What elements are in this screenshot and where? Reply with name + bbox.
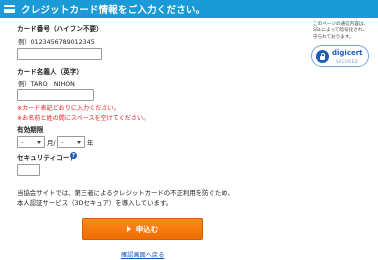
expiry-month-unit: 月/ xyxy=(47,139,56,147)
expiry-month-select[interactable]: - xyxy=(17,136,45,148)
play-arrow-icon xyxy=(126,226,131,232)
submit-button[interactable]: 申込む xyxy=(82,218,203,240)
expiry-year-value: - xyxy=(61,138,64,146)
ssl-note: このページの通信内容は、 SSLによって暗号化され、 守られております。 xyxy=(313,22,368,41)
page-title: クレジットカード情報をご入力ください。 xyxy=(21,5,206,16)
digicert-brand: digicert xyxy=(332,49,363,57)
digicert-seal[interactable]: digicert SECURED xyxy=(311,45,369,67)
card-holder-example: 例）TARO NIHON xyxy=(18,81,75,88)
expiry-label: 有効期限 xyxy=(17,126,44,134)
card-number-input[interactable] xyxy=(17,48,102,60)
ssl-note-line-2: SSLによって暗号化され、 xyxy=(313,28,368,34)
expiry-year-unit: 年 xyxy=(87,139,94,147)
secure-description-line-2: 本人認証サービス（3Dセキュア）を導入しています。 xyxy=(17,199,173,207)
ssl-note-line-3: 守られております。 xyxy=(313,34,354,40)
card-holder-note-1: ※カード表記どおりに入力ください。 xyxy=(17,105,120,112)
card-number-label: カード番号（ハイフン不要） xyxy=(17,25,103,33)
digicert-sub: SECURED xyxy=(336,59,358,64)
back-to-confirm-link[interactable]: 確認画面へ戻る xyxy=(121,250,164,259)
expiry-year-select[interactable]: - xyxy=(57,136,85,148)
security-code-input[interactable] xyxy=(17,164,40,176)
card-number-example: 例）0123456789012345 xyxy=(18,39,95,46)
submit-button-label: 申込む xyxy=(135,224,159,234)
expiry-month-value: - xyxy=(21,138,24,146)
card-holder-label: カード名義人（英字） xyxy=(17,68,83,76)
lock-icon xyxy=(316,50,329,63)
security-code-label: セキュリティコード xyxy=(17,154,76,162)
chevron-down-icon xyxy=(37,140,41,144)
credit-card-icon xyxy=(4,5,15,13)
secure-description-line-1: 当協会サイトでは、第三者によるクレジットカードの不正利用を防ぐため、 xyxy=(17,189,235,197)
chevron-down-icon xyxy=(77,140,81,144)
help-icon[interactable]: ? xyxy=(70,152,77,159)
card-holder-input[interactable] xyxy=(17,89,94,101)
card-holder-note-2: ※お名前と姓の間にスペースを空けてください。 xyxy=(17,115,150,122)
page-header: クレジットカード情報をご入力ください。 xyxy=(0,0,378,18)
